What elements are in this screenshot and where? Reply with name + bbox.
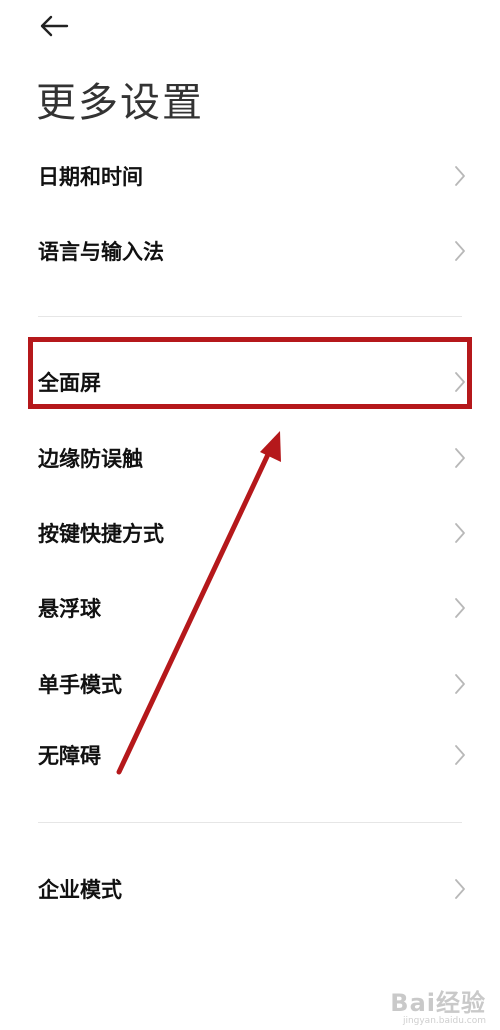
settings-item-one-handed-mode[interactable]: 单手模式 [0,652,500,716]
chevron-right-icon [455,523,465,543]
settings-item-label: 按键快捷方式 [38,522,164,546]
chevron-right-icon [455,598,465,618]
chevron-right-icon [455,879,465,899]
section-divider [38,822,462,823]
watermark-url: jingyan.baidu.com [402,1016,486,1026]
chevron-right-icon [455,448,465,468]
back-button[interactable] [30,8,78,44]
settings-item-full-screen[interactable]: 全面屏 [0,350,500,414]
settings-item-language-input[interactable]: 语言与输入法 [0,219,500,283]
page-title: 更多设置 [36,80,204,126]
settings-item-label: 全面屏 [38,371,101,395]
watermark-logo: Bai经验 [390,983,486,1018]
settings-item-button-shortcuts[interactable]: 按键快捷方式 [0,501,500,565]
settings-item-enterprise-mode[interactable]: 企业模式 [0,857,500,921]
baidu-jingyan-watermark: Bai经验 jingyan.baidu.com [390,983,486,1026]
settings-item-accessibility[interactable]: 无障碍 [0,723,500,787]
settings-item-edge-protection[interactable]: 边缘防误触 [0,426,500,490]
settings-item-label: 边缘防误触 [38,447,143,471]
chevron-right-icon [455,372,465,392]
chevron-right-icon [455,166,465,186]
arrow-left-icon [40,15,69,37]
settings-item-date-time[interactable]: 日期和时间 [0,144,500,208]
settings-item-floating-ball[interactable]: 悬浮球 [0,576,500,640]
settings-item-label: 日期和时间 [38,165,143,189]
section-divider [38,316,462,317]
settings-item-label: 单手模式 [38,673,122,697]
watermark-text: Bai经验 [390,989,486,1017]
settings-item-label: 悬浮球 [38,597,101,621]
chevron-right-icon [455,674,465,694]
settings-item-label: 语言与输入法 [38,240,164,264]
chevron-right-icon [455,745,465,765]
settings-item-label: 企业模式 [38,878,122,902]
chevron-right-icon [455,241,465,261]
settings-item-label: 无障碍 [38,744,101,768]
